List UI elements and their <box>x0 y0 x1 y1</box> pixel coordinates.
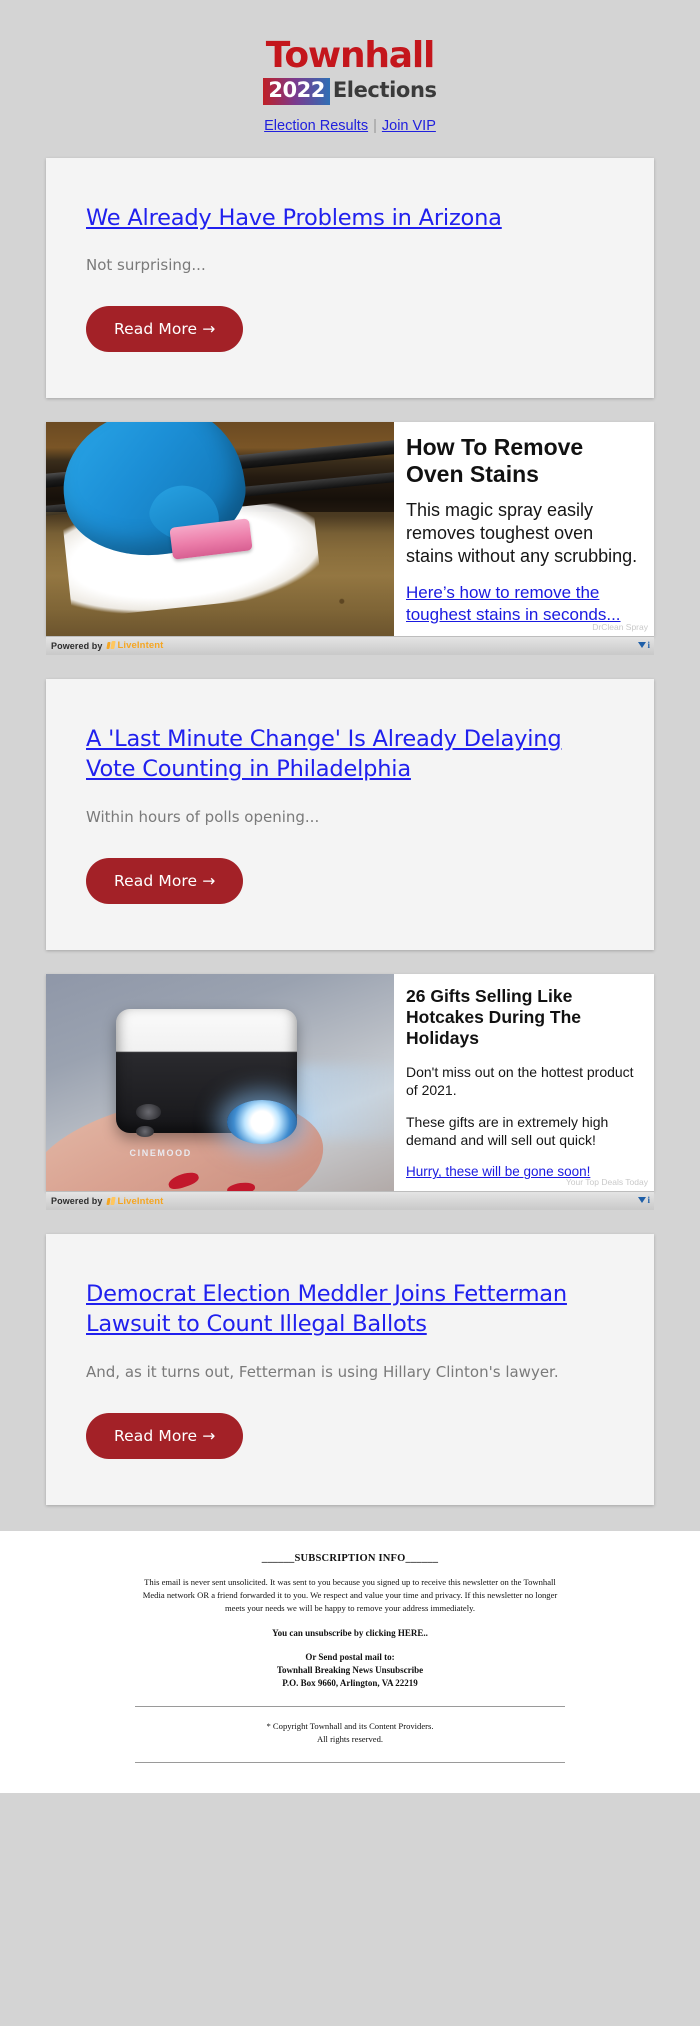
copyright-block: * Copyright Townhall and its Content Pro… <box>0 1720 700 1746</box>
subscription-info-heading: ______SUBSCRIPTION INFO______ <box>261 1553 439 1565</box>
adchoices-button[interactable]: i <box>638 1195 650 1205</box>
logo-sublock: 2022 Elections <box>263 78 437 105</box>
ad-attribution-bar: Powered by LiveIntent i <box>46 1191 654 1211</box>
story-card: A 'Last Minute Change' Is Already Delayi… <box>46 678 654 950</box>
story-dek: Not surprising... <box>86 256 206 275</box>
story-headline-link[interactable]: A 'Last Minute Change' Is Already Delayi… <box>86 725 614 785</box>
powered-by-label: Powered by <box>51 1196 103 1207</box>
story-card: We Already Have Problems in Arizona Not … <box>46 157 654 399</box>
story-dek: And, as it turns out, Fetterman is using… <box>86 1363 559 1382</box>
read-more-button[interactable]: Read More → <box>86 857 244 904</box>
liveintent-logo-icon <box>107 641 116 650</box>
copyright-line-2: All rights reserved. <box>316 1733 384 1744</box>
ad-title: How To Remove Oven Stains <box>406 434 584 488</box>
story-card: Democrat Election Meddler Joins Fetterma… <box>46 1234 654 1506</box>
ad-image-mini-projector[interactable]: CINEMOOD <box>46 973 394 1192</box>
postal-address: Or Send postal mail to: Townhall Breakin… <box>0 1651 700 1690</box>
adchoices-info-icon: i <box>647 1195 650 1206</box>
adchoices-info-icon: i <box>647 639 650 650</box>
ad-unit: How To Remove Oven Stains This magic spr… <box>46 422 654 655</box>
adchoices-button[interactable]: i <box>638 640 650 650</box>
nav-separator: | <box>373 117 377 134</box>
ad-body: This magic spray easily removes toughest… <box>406 500 638 567</box>
ad-sponsor-label: DrClean Spray <box>592 621 648 632</box>
email-page: Townhall 2022 Elections Election Results |… <box>0 0 700 1793</box>
ad-body-second: These gifts are in extremely high demand… <box>406 1114 609 1149</box>
powered-by-label: Powered by <box>51 640 103 651</box>
postal-line-2: Townhall Breaking News Unsubscribe <box>276 1665 424 1675</box>
footer-divider-bottom <box>135 1761 565 1763</box>
logo-year-badge: 2022 <box>263 78 330 105</box>
header-nav: Election Results | Join VIP <box>0 118 700 134</box>
nav-link-election-results[interactable]: Election Results <box>264 118 368 134</box>
postal-line-3: P.O. Box 9660, Arlington, VA 22219 <box>282 1678 418 1689</box>
ad-title: 26 Gifts Selling Like Hotcakes During Th… <box>406 985 582 1048</box>
copyright-line-1: * Copyright Townhall and its Content Pro… <box>266 1721 434 1732</box>
footer-divider <box>135 1706 565 1708</box>
ad-creative[interactable]: How To Remove Oven Stains This magic spr… <box>46 422 654 636</box>
nav-link-join-vip[interactable]: Join VIP <box>382 118 436 134</box>
story-dek: Within hours of polls opening... <box>86 807 320 826</box>
story-body: We Already Have Problems in Arizona Not … <box>46 158 654 399</box>
adchoices-triangle-icon <box>638 1197 647 1204</box>
story-body: Democrat Election Meddler Joins Fetterma… <box>46 1234 654 1505</box>
ad-text-column: 26 Gifts Selling Like Hotcakes During Th… <box>394 974 654 1192</box>
ad-cta-link[interactable]: Hurry, these will be gone soon! <box>406 1163 590 1181</box>
ad-text-column: How To Remove Oven Stains This magic spr… <box>394 422 654 635</box>
read-more-button[interactable]: Read More → <box>86 1413 244 1460</box>
ad-sponsor-label: Your Top Deals Today <box>565 1177 648 1188</box>
ad-attribution-bar: Powered by LiveIntent i <box>46 635 654 655</box>
story-headline-link[interactable]: We Already Have Problems in Arizona <box>86 204 614 234</box>
liveintent-name: LiveIntent <box>117 640 164 652</box>
ad-cta-link[interactable]: Here’s how to remove the toughest stains… <box>406 582 640 626</box>
ad-unit: CINEMOOD 26 Gifts Selling Like Hotcakes … <box>46 973 654 1211</box>
logo-elections-text: Elections <box>332 78 437 102</box>
unsubscribe-line[interactable]: You can unsubscribe by clicking HERE.. <box>0 1628 700 1638</box>
liveintent-name: LiveIntent <box>117 1195 164 1207</box>
email-footer: ______SUBSCRIPTION INFO______ This email… <box>0 1531 700 1793</box>
postal-line-1: Or Send postal mail to: <box>305 1651 395 1662</box>
liveintent-logo-icon <box>107 1197 116 1206</box>
logo-wordmark: Townhall <box>265 35 436 76</box>
adchoices-triangle-icon <box>638 641 647 648</box>
ad-body-first: Don't miss out on the hottest product of… <box>406 1063 634 1098</box>
story-body: A 'Last Minute Change' Is Already Delayi… <box>46 679 654 950</box>
subscription-paragraph: This email is never sent unsolicited. It… <box>142 1577 558 1614</box>
ad-creative[interactable]: CINEMOOD 26 Gifts Selling Like Hotcakes … <box>46 973 654 1192</box>
townhall-logo[interactable]: Townhall 2022 Elections <box>263 35 437 105</box>
story-headline-link[interactable]: Democrat Election Meddler Joins Fetterma… <box>86 1280 614 1340</box>
oven-photo-art <box>46 422 394 636</box>
read-more-button[interactable]: Read More → <box>86 306 244 353</box>
ad-image-oven-cleaning[interactable] <box>46 422 394 636</box>
masthead: Townhall 2022 Elections Election Results |… <box>0 0 700 134</box>
projector-photo-art: CINEMOOD <box>46 973 394 1192</box>
